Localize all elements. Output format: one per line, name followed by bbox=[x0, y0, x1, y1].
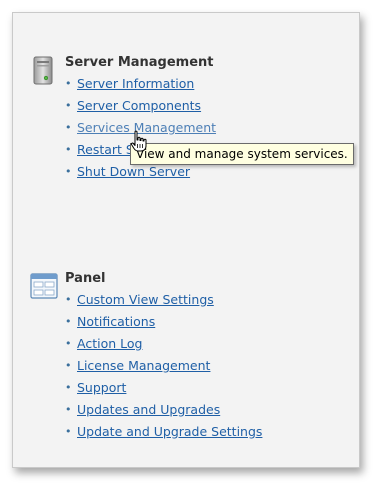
server-icon bbox=[29, 55, 59, 87]
panel-window-icon bbox=[29, 271, 59, 303]
bullet-icon: • bbox=[65, 403, 72, 416]
support-link[interactable]: Support bbox=[77, 380, 126, 395]
server-information-link[interactable]: Server Information bbox=[77, 76, 194, 91]
bullet-icon: • bbox=[65, 121, 72, 134]
bullet-icon: • bbox=[65, 143, 72, 156]
list-item: • Server Information bbox=[65, 75, 216, 97]
section-title-panel: Panel bbox=[65, 271, 106, 286]
bullet-icon: • bbox=[65, 99, 72, 112]
bullet-icon: • bbox=[65, 425, 72, 438]
list-item: • Shut Down Server bbox=[65, 163, 216, 185]
section-title-server-management: Server Management bbox=[65, 55, 214, 70]
server-components-link[interactable]: Server Components bbox=[77, 98, 201, 113]
services-management-tooltip: View and manage system services. bbox=[130, 143, 354, 165]
panel-page: Server Management • Server Information • S… bbox=[12, 12, 360, 468]
update-and-upgrade-settings-link[interactable]: Update and Upgrade Settings bbox=[77, 424, 262, 439]
shut-down-server-link[interactable]: Shut Down Server bbox=[77, 164, 190, 179]
hand-pointer-icon bbox=[129, 130, 149, 154]
bullet-icon: • bbox=[65, 165, 72, 178]
list-item: • Custom View Settings bbox=[65, 291, 262, 313]
bullet-icon: • bbox=[65, 315, 72, 328]
list-item: • License Management bbox=[65, 357, 262, 379]
bullet-icon: • bbox=[65, 337, 72, 350]
notifications-link[interactable]: Notifications bbox=[77, 314, 155, 329]
list-item: • Update and Upgrade Settings bbox=[65, 423, 262, 445]
action-log-link[interactable]: Action Log bbox=[77, 336, 142, 351]
license-management-link[interactable]: License Management bbox=[77, 358, 210, 373]
bullet-icon: • bbox=[65, 293, 72, 306]
list-item: • Notifications bbox=[65, 313, 262, 335]
list-item: • Action Log bbox=[65, 335, 262, 357]
bullet-icon: • bbox=[65, 359, 72, 372]
custom-view-settings-link[interactable]: Custom View Settings bbox=[77, 292, 214, 307]
list-item: • Updates and Upgrades bbox=[65, 401, 262, 423]
list-item: • Server Components bbox=[65, 97, 216, 119]
updates-and-upgrades-link[interactable]: Updates and Upgrades bbox=[77, 402, 220, 417]
list-item: • Support bbox=[65, 379, 262, 401]
bullet-icon: • bbox=[65, 381, 72, 394]
bullet-icon: • bbox=[65, 77, 72, 90]
panel-links: • Custom View Settings • Notifications • Ac… bbox=[65, 291, 262, 445]
